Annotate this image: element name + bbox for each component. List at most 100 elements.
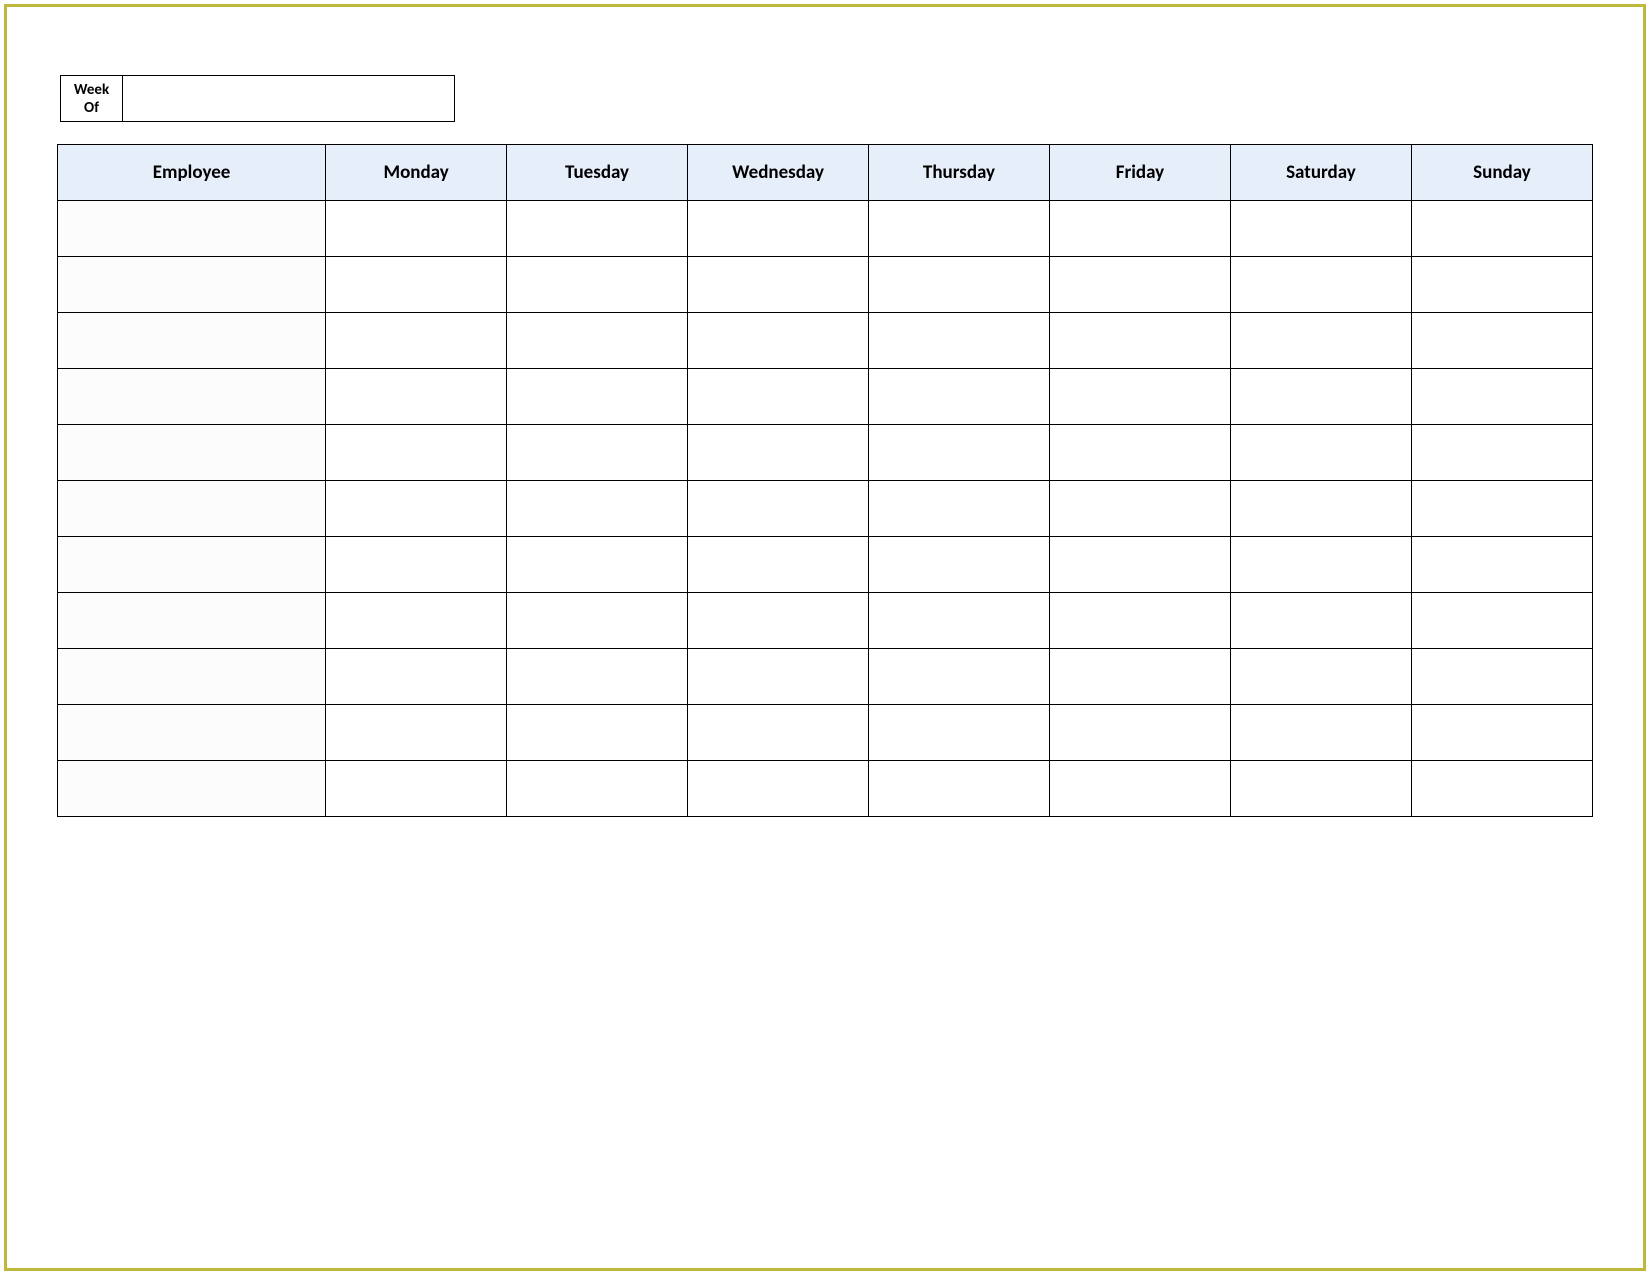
table-row <box>58 201 1593 257</box>
cell-wednesday[interactable] <box>688 481 869 537</box>
cell-friday[interactable] <box>1049 201 1230 257</box>
cell-monday[interactable] <box>326 705 507 761</box>
cell-tuesday[interactable] <box>507 257 688 313</box>
cell-tuesday[interactable] <box>507 425 688 481</box>
cell-friday[interactable] <box>1049 649 1230 705</box>
cell-friday[interactable] <box>1049 705 1230 761</box>
table-row <box>58 761 1593 817</box>
cell-thursday[interactable] <box>869 425 1050 481</box>
cell-wednesday[interactable] <box>688 649 869 705</box>
cell-monday[interactable] <box>326 313 507 369</box>
cell-tuesday[interactable] <box>507 201 688 257</box>
cell-thursday[interactable] <box>869 537 1050 593</box>
cell-saturday[interactable] <box>1230 257 1411 313</box>
cell-saturday[interactable] <box>1230 201 1411 257</box>
cell-thursday[interactable] <box>869 705 1050 761</box>
cell-sunday[interactable] <box>1411 201 1592 257</box>
document-page: Week Of Employee Monday Tuesday Wednesda… <box>4 4 1646 1271</box>
cell-friday[interactable] <box>1049 481 1230 537</box>
cell-wednesday[interactable] <box>688 313 869 369</box>
cell-employee[interactable] <box>58 313 326 369</box>
cell-saturday[interactable] <box>1230 705 1411 761</box>
cell-sunday[interactable] <box>1411 593 1592 649</box>
cell-wednesday[interactable] <box>688 369 869 425</box>
cell-tuesday[interactable] <box>507 761 688 817</box>
cell-tuesday[interactable] <box>507 313 688 369</box>
cell-monday[interactable] <box>326 425 507 481</box>
cell-monday[interactable] <box>326 537 507 593</box>
cell-tuesday[interactable] <box>507 481 688 537</box>
cell-saturday[interactable] <box>1230 537 1411 593</box>
cell-friday[interactable] <box>1049 369 1230 425</box>
schedule-table: Employee Monday Tuesday Wednesday Thursd… <box>57 144 1593 817</box>
cell-thursday[interactable] <box>869 313 1050 369</box>
cell-monday[interactable] <box>326 481 507 537</box>
cell-monday[interactable] <box>326 369 507 425</box>
table-row <box>58 537 1593 593</box>
cell-sunday[interactable] <box>1411 369 1592 425</box>
cell-friday[interactable] <box>1049 257 1230 313</box>
cell-saturday[interactable] <box>1230 649 1411 705</box>
cell-employee[interactable] <box>58 593 326 649</box>
cell-saturday[interactable] <box>1230 313 1411 369</box>
cell-employee[interactable] <box>58 369 326 425</box>
cell-monday[interactable] <box>326 201 507 257</box>
cell-employee[interactable] <box>58 425 326 481</box>
cell-wednesday[interactable] <box>688 425 869 481</box>
cell-thursday[interactable] <box>869 649 1050 705</box>
table-row <box>58 481 1593 537</box>
cell-monday[interactable] <box>326 593 507 649</box>
cell-sunday[interactable] <box>1411 761 1592 817</box>
cell-employee[interactable] <box>58 705 326 761</box>
cell-wednesday[interactable] <box>688 593 869 649</box>
table-row <box>58 705 1593 761</box>
cell-tuesday[interactable] <box>507 369 688 425</box>
cell-wednesday[interactable] <box>688 257 869 313</box>
cell-sunday[interactable] <box>1411 481 1592 537</box>
table-row <box>58 649 1593 705</box>
header-wednesday: Wednesday <box>688 145 869 201</box>
cell-employee[interactable] <box>58 761 326 817</box>
cell-thursday[interactable] <box>869 481 1050 537</box>
cell-employee[interactable] <box>58 201 326 257</box>
cell-friday[interactable] <box>1049 313 1230 369</box>
cell-thursday[interactable] <box>869 201 1050 257</box>
header-thursday: Thursday <box>869 145 1050 201</box>
cell-thursday[interactable] <box>869 761 1050 817</box>
header-monday: Monday <box>326 145 507 201</box>
cell-friday[interactable] <box>1049 761 1230 817</box>
cell-sunday[interactable] <box>1411 425 1592 481</box>
cell-saturday[interactable] <box>1230 593 1411 649</box>
cell-sunday[interactable] <box>1411 257 1592 313</box>
cell-saturday[interactable] <box>1230 369 1411 425</box>
cell-saturday[interactable] <box>1230 481 1411 537</box>
cell-thursday[interactable] <box>869 257 1050 313</box>
cell-tuesday[interactable] <box>507 537 688 593</box>
cell-employee[interactable] <box>58 481 326 537</box>
cell-friday[interactable] <box>1049 593 1230 649</box>
cell-thursday[interactable] <box>869 369 1050 425</box>
cell-sunday[interactable] <box>1411 649 1592 705</box>
cell-tuesday[interactable] <box>507 705 688 761</box>
cell-monday[interactable] <box>326 649 507 705</box>
cell-wednesday[interactable] <box>688 201 869 257</box>
cell-wednesday[interactable] <box>688 761 869 817</box>
cell-sunday[interactable] <box>1411 705 1592 761</box>
cell-friday[interactable] <box>1049 425 1230 481</box>
cell-monday[interactable] <box>326 761 507 817</box>
week-of-value[interactable] <box>123 76 454 121</box>
cell-employee[interactable] <box>58 257 326 313</box>
cell-thursday[interactable] <box>869 593 1050 649</box>
cell-employee[interactable] <box>58 649 326 705</box>
cell-saturday[interactable] <box>1230 425 1411 481</box>
cell-wednesday[interactable] <box>688 537 869 593</box>
cell-wednesday[interactable] <box>688 705 869 761</box>
cell-sunday[interactable] <box>1411 537 1592 593</box>
cell-tuesday[interactable] <box>507 649 688 705</box>
cell-tuesday[interactable] <box>507 593 688 649</box>
cell-sunday[interactable] <box>1411 313 1592 369</box>
cell-saturday[interactable] <box>1230 761 1411 817</box>
cell-monday[interactable] <box>326 257 507 313</box>
cell-friday[interactable] <box>1049 537 1230 593</box>
cell-employee[interactable] <box>58 537 326 593</box>
